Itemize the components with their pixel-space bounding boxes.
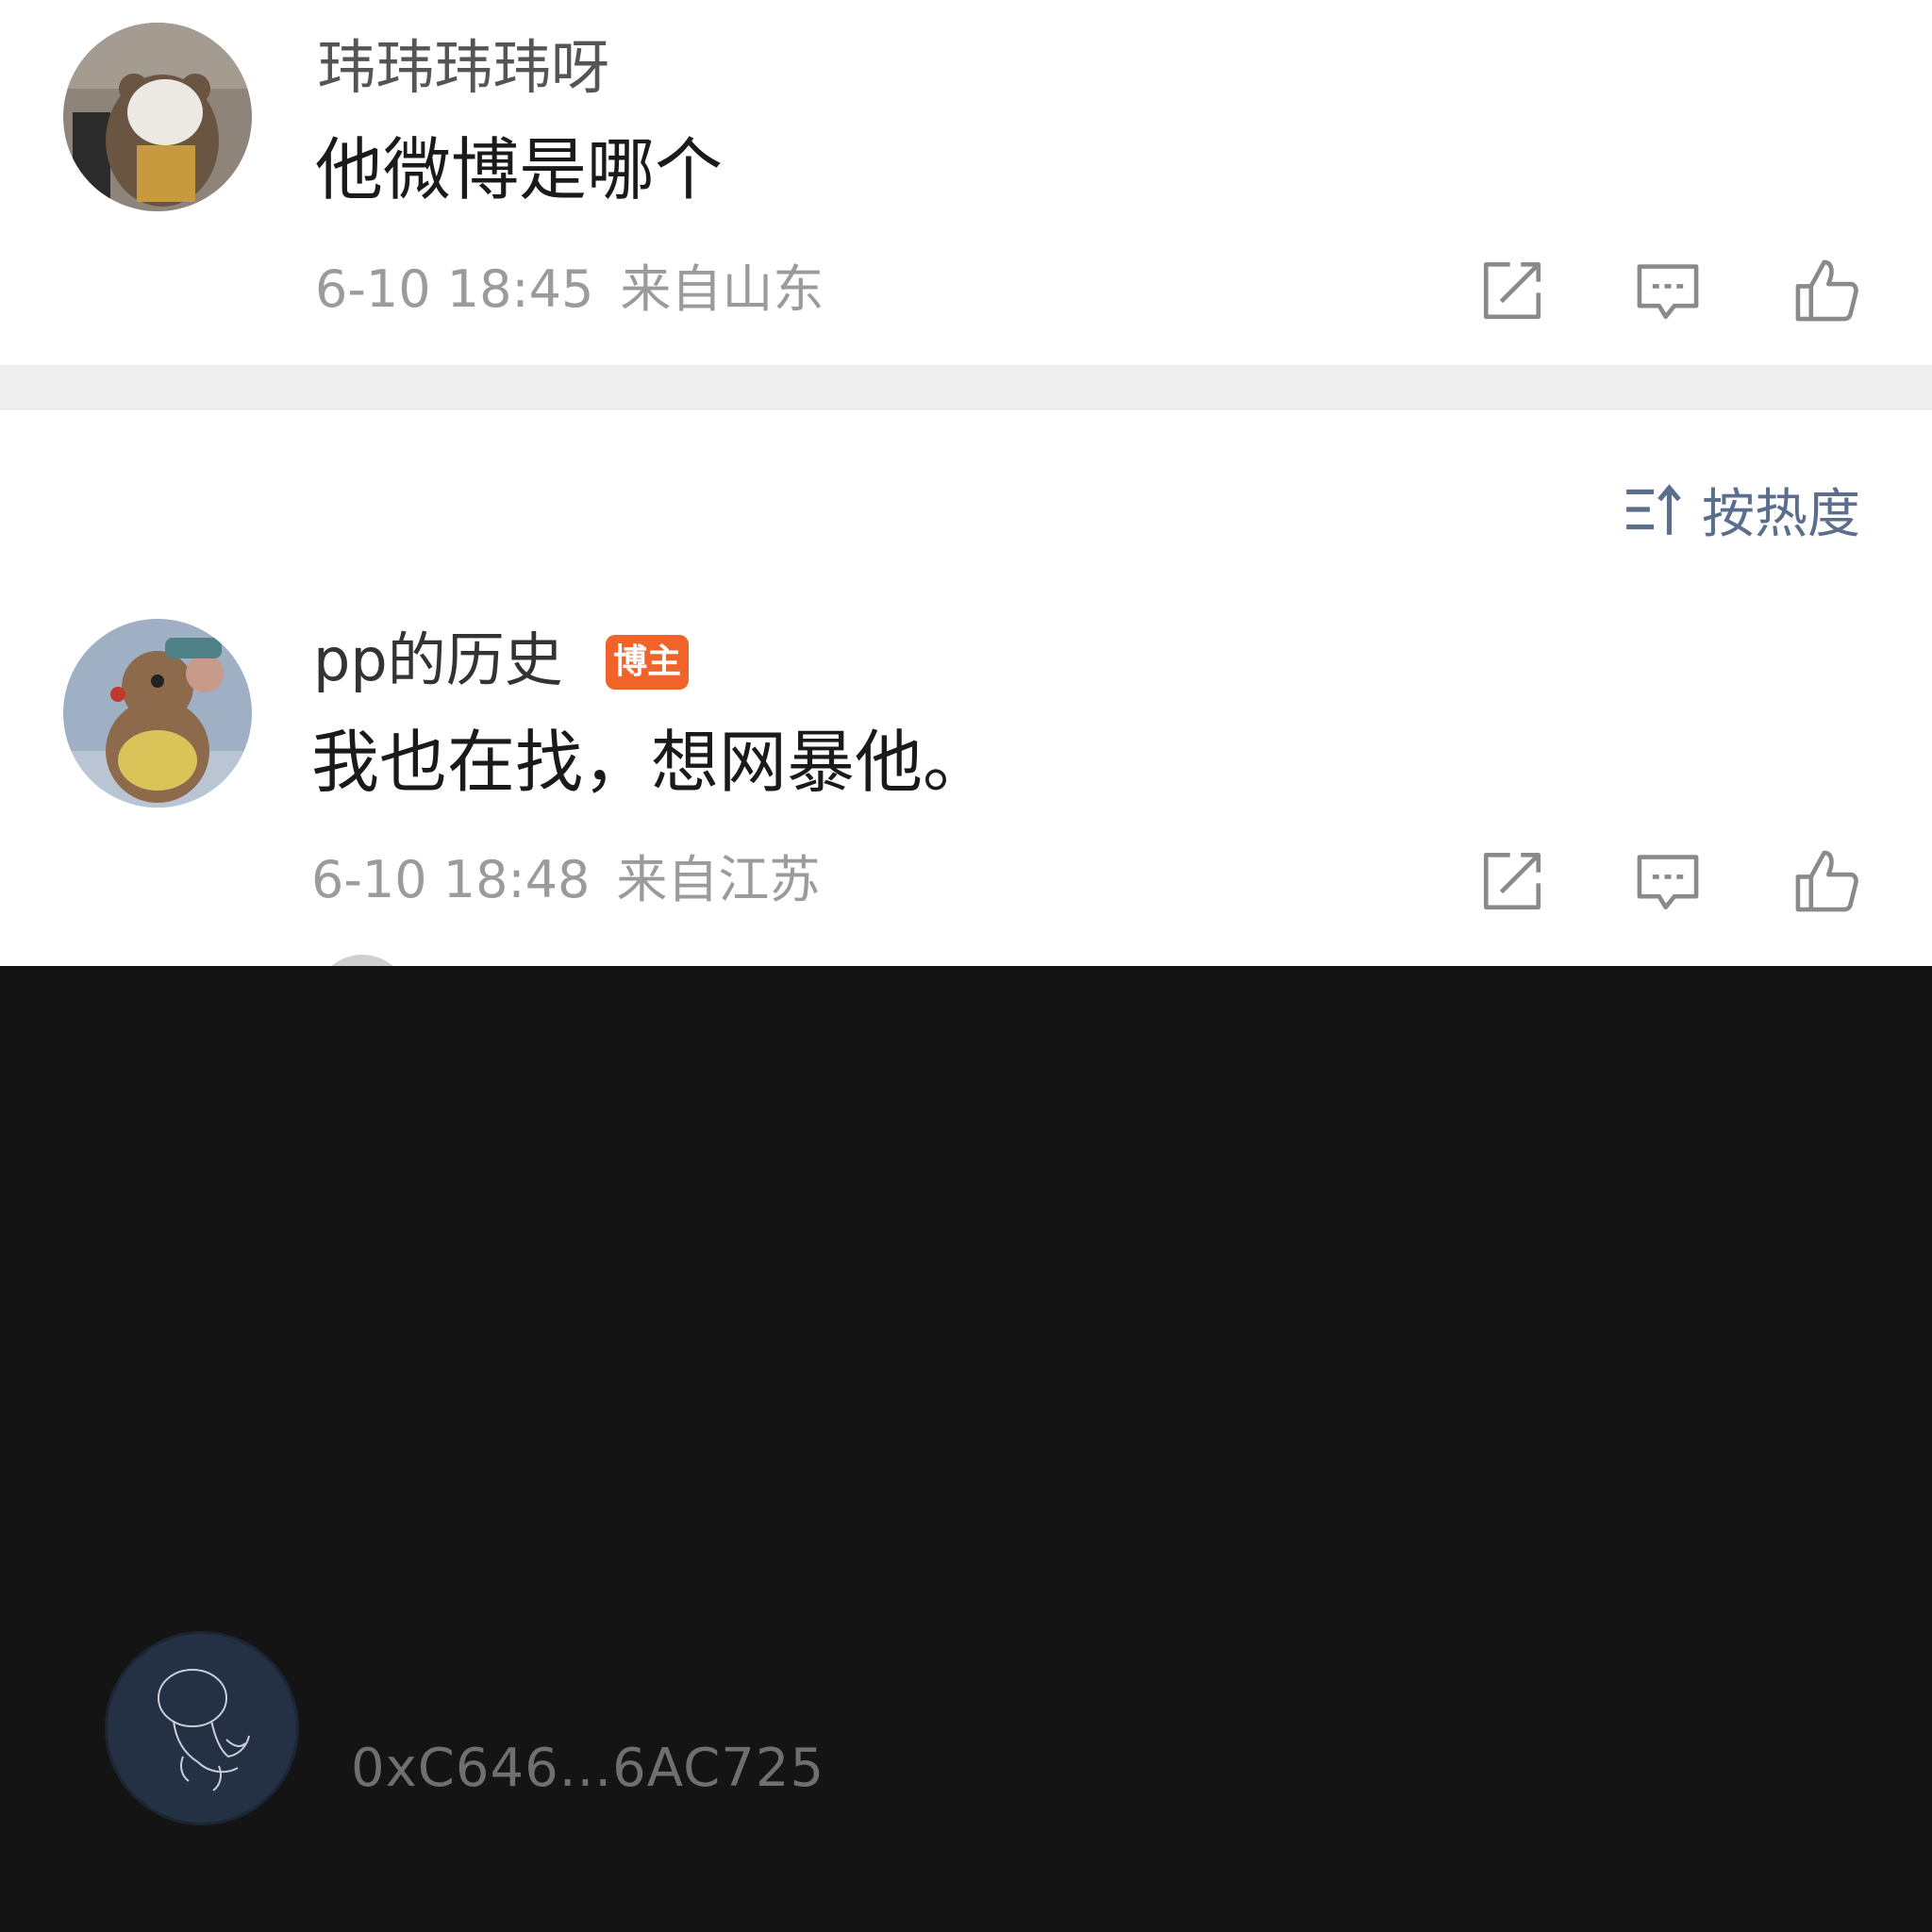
avatar[interactable] xyxy=(63,23,252,211)
sort-toggle[interactable]: 按热度 xyxy=(1623,472,1860,547)
section-divider xyxy=(0,365,1932,410)
alien-figure-icon xyxy=(158,1669,250,1791)
comment-username[interactable]: pp的历史 xyxy=(313,625,563,696)
like-button[interactable] xyxy=(1789,843,1864,919)
comment-username[interactable]: 玮玮玮玮呀 xyxy=(317,32,609,104)
comment-location: 来自江苏 xyxy=(616,850,821,909)
wallet-avatar xyxy=(108,1634,296,1823)
comment-icon xyxy=(1637,855,1699,910)
comment-item: pp的历史 博主 我也在找，想网暴他。 6-10 18:48 来自江苏 xyxy=(0,604,1932,966)
share-icon xyxy=(1483,261,1541,320)
share-button[interactable] xyxy=(1474,253,1550,328)
comment-text: 我也在找，想网暴他。 xyxy=(311,723,991,802)
author-badge: 博主 xyxy=(606,635,689,690)
sort-icon xyxy=(1626,484,1681,535)
comment-time: 6-10 18:48 xyxy=(311,850,591,909)
avatar[interactable] xyxy=(63,619,252,808)
thumbs-up-icon xyxy=(1795,850,1858,912)
comment-icon xyxy=(1637,264,1699,320)
share-icon xyxy=(1483,852,1541,910)
comment-location: 来自山东 xyxy=(620,259,824,319)
comment-text: 他微博是哪个 xyxy=(315,130,724,209)
comment-button[interactable] xyxy=(1630,843,1706,919)
comment-time: 6-10 18:45 xyxy=(315,259,594,319)
sort-label: 按热度 xyxy=(1702,483,1860,545)
page: 玮玮玮玮呀 他微博是哪个 6-10 18:45 来自山东 按热度 pp的历史 博… xyxy=(0,0,1932,1932)
comment-meta: 6-10 18:45 来自山东 xyxy=(315,257,824,323)
thumbs-up-icon xyxy=(1795,259,1858,322)
share-button[interactable] xyxy=(1474,843,1550,919)
comment-list: 玮玮玮玮呀 他微博是哪个 6-10 18:45 来自山东 按热度 pp的历史 博… xyxy=(0,0,1932,966)
comment-meta: 6-10 18:48 来自江苏 xyxy=(311,847,820,913)
wallet-address: 0xC646...6AC725 xyxy=(351,1738,825,1799)
like-button[interactable] xyxy=(1789,253,1864,328)
comment-button[interactable] xyxy=(1630,253,1706,328)
comment-item: 玮玮玮玮呀 他微博是哪个 6-10 18:45 来自山东 xyxy=(0,0,1932,365)
